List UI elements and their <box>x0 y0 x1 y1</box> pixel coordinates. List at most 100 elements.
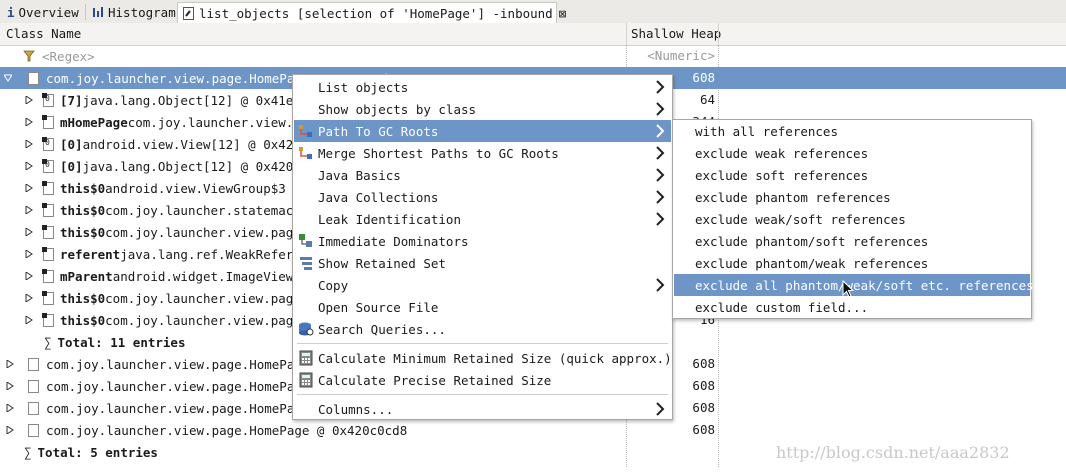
submenu-arrow-icon <box>655 189 665 208</box>
submenu-arrow-icon <box>655 145 665 164</box>
menu-item-copy[interactable]: Copy <box>294 274 671 296</box>
expand-arrow-icon[interactable] <box>25 272 33 280</box>
object-icon <box>28 357 39 371</box>
collapse-arrow-icon[interactable] <box>4 74 12 82</box>
expand-arrow-icon[interactable] <box>25 118 33 126</box>
expand-arrow-icon[interactable] <box>25 96 33 104</box>
submenu-item-exclude-soft[interactable]: exclude soft references <box>674 164 1030 186</box>
row-class-label: android.view.View[12] @ 0x420 <box>82 136 301 152</box>
row-field-name: [0] <box>60 136 83 152</box>
submenu-arrow-icon <box>655 277 665 296</box>
row-class-label: android.widget.ImageView <box>112 268 294 284</box>
menu-item-columns[interactable]: Columns... <box>294 398 671 420</box>
table-header: Class Name Shallow Heap <box>0 23 1066 46</box>
field-ref-icon <box>42 312 54 327</box>
table-row[interactable]: com.joy.launcher.view.page.HomePage @ 0x… <box>0 419 1066 441</box>
tab-overview[interactable]: i Overview <box>2 2 84 22</box>
menu-item-label: exclude phantom references <box>695 189 891 205</box>
menu-item-show-objects-by-class[interactable]: Show objects by class <box>294 98 671 120</box>
expand-arrow-icon[interactable] <box>6 382 14 390</box>
submenu-item-exclude-weak-soft[interactable]: exclude weak/soft references <box>674 208 1030 230</box>
info-icon: i <box>7 4 15 20</box>
expand-arrow-icon[interactable] <box>25 294 33 302</box>
menu-item-calculate-minimum-retained-size[interactable]: Calculate Minimum Retained Size (quick a… <box>294 347 672 369</box>
menu-item-open-source-file[interactable]: Open Source File <box>294 296 671 318</box>
submenu-item-with-all-references[interactable]: with all references <box>674 120 1030 142</box>
menu-item-immediate-dominators[interactable]: Immediate Dominators <box>294 230 671 252</box>
expand-arrow-icon[interactable] <box>6 426 14 434</box>
numeric-filter-input[interactable]: <Numeric> <box>630 48 715 63</box>
list-objects-icon <box>183 6 195 20</box>
menu-item-calculate-precise-retained-size[interactable]: Calculate Precise Retained Size <box>294 369 671 391</box>
expand-arrow-icon[interactable] <box>25 316 33 324</box>
row-field-name: [7] <box>60 92 83 108</box>
menu-item-label: exclude weak/soft references <box>695 211 906 227</box>
total-label: Total: 11 entries <box>57 334 186 350</box>
expand-arrow-icon[interactable] <box>25 228 33 236</box>
tab-list-objects[interactable]: list_objects [selection of 'HomePage'] -… <box>177 2 566 23</box>
row-field-name: [0] <box>60 158 83 174</box>
expand-arrow-icon[interactable] <box>25 206 33 214</box>
tab-histogram-label: Histogram <box>108 4 176 20</box>
expand-arrow-icon[interactable] <box>25 140 33 148</box>
calculator-icon <box>298 372 314 388</box>
merge-paths-icon <box>298 145 314 161</box>
expand-arrow-icon[interactable] <box>25 162 33 170</box>
menu-item-label: Path To GC Roots <box>318 123 439 139</box>
tab-divider <box>85 4 86 20</box>
submenu-item-exclude-phantom[interactable]: exclude phantom references <box>674 186 1030 208</box>
row-field-name: this$0 <box>60 290 106 306</box>
menu-item-label: exclude phantom/soft references <box>695 233 929 249</box>
menu-item-list-objects[interactable]: List objects <box>294 76 671 98</box>
object-icon <box>28 423 39 437</box>
menu-item-leak-identification[interactable]: Leak Identification <box>294 208 671 230</box>
expand-arrow-icon[interactable] <box>25 250 33 258</box>
regex-filter-input[interactable]: <Regex> <box>42 49 95 64</box>
column-class-name[interactable]: Class Name <box>6 26 81 41</box>
expand-arrow-icon[interactable] <box>6 360 14 368</box>
menu-item-java-collections[interactable]: Java Collections <box>294 186 671 208</box>
expand-arrow-icon[interactable] <box>25 184 33 192</box>
tab-overview-label: Overview <box>18 4 79 20</box>
menu-item-label: exclude all phantom/weak/soft etc. refer… <box>695 277 1034 293</box>
menu-item-label: Calculate Minimum Retained Size (quick a… <box>318 350 672 366</box>
menu-item-java-basics[interactable]: Java Basics <box>294 164 671 186</box>
menu-item-label: List objects <box>318 79 409 95</box>
menu-item-merge-shortest-paths[interactable]: Merge Shortest Paths to GC Roots <box>294 142 671 164</box>
object-icon <box>28 71 39 85</box>
filter-row: <Regex> <Numeric> <box>0 45 1066 67</box>
column-shallow-heap[interactable]: Shallow Heap <box>631 26 721 41</box>
close-tab-icon[interactable]: ⊠ <box>559 6 567 21</box>
field-ref-icon <box>42 114 54 129</box>
submenu-item-exclude-phantom-weak[interactable]: exclude phantom/weak references <box>674 252 1030 274</box>
row-class-label: java.lang.ref.WeakRefer <box>120 246 294 262</box>
row-field-name: this$0 <box>60 224 106 240</box>
expand-arrow-icon[interactable] <box>6 404 14 412</box>
submenu-item-exclude-weak[interactable]: exclude weak references <box>674 142 1030 164</box>
filter-icon <box>22 49 36 63</box>
row-class-label: java.lang.Object[12] @ 0x420c <box>82 158 301 174</box>
calculator-icon <box>298 350 314 366</box>
menu-item-label: exclude soft references <box>695 167 869 183</box>
tab-histogram[interactable]: Histogram <box>87 2 181 22</box>
row-class-label: com.joy.launcher.view.page <box>105 312 301 328</box>
menu-item-label: Show objects by class <box>318 101 477 117</box>
menu-item-search-queries[interactable]: Search Queries... <box>294 318 671 340</box>
row-field-name: mHomePage <box>60 114 128 130</box>
menu-item-path-to-gc-roots[interactable]: Path To GC Roots <box>294 120 671 142</box>
menu-item-label: Merge Shortest Paths to GC Roots <box>318 145 559 161</box>
field-ref-icon <box>42 180 54 195</box>
histogram-icon <box>92 6 104 18</box>
retained-set-icon <box>298 255 314 271</box>
menu-item-show-retained-set[interactable]: Show Retained Set <box>294 252 671 274</box>
column-divider <box>718 23 719 45</box>
row-class-label: com.joy.launcher.view.page.HomePage <box>46 400 310 416</box>
menu-item-label: Calculate Precise Retained Size <box>318 372 552 388</box>
mouse-pointer-icon <box>842 279 855 301</box>
row-class-label: android.view.ViewGroup$3 <box>105 180 286 196</box>
menu-item-label: Leak Identification <box>318 211 461 227</box>
row-field-name: this$0 <box>60 312 106 328</box>
submenu-item-exclude-phantom-soft[interactable]: exclude phantom/soft references <box>674 230 1030 252</box>
menu-item-label: Show Retained Set <box>318 255 446 271</box>
menu-item-label: exclude custom field... <box>695 299 869 315</box>
